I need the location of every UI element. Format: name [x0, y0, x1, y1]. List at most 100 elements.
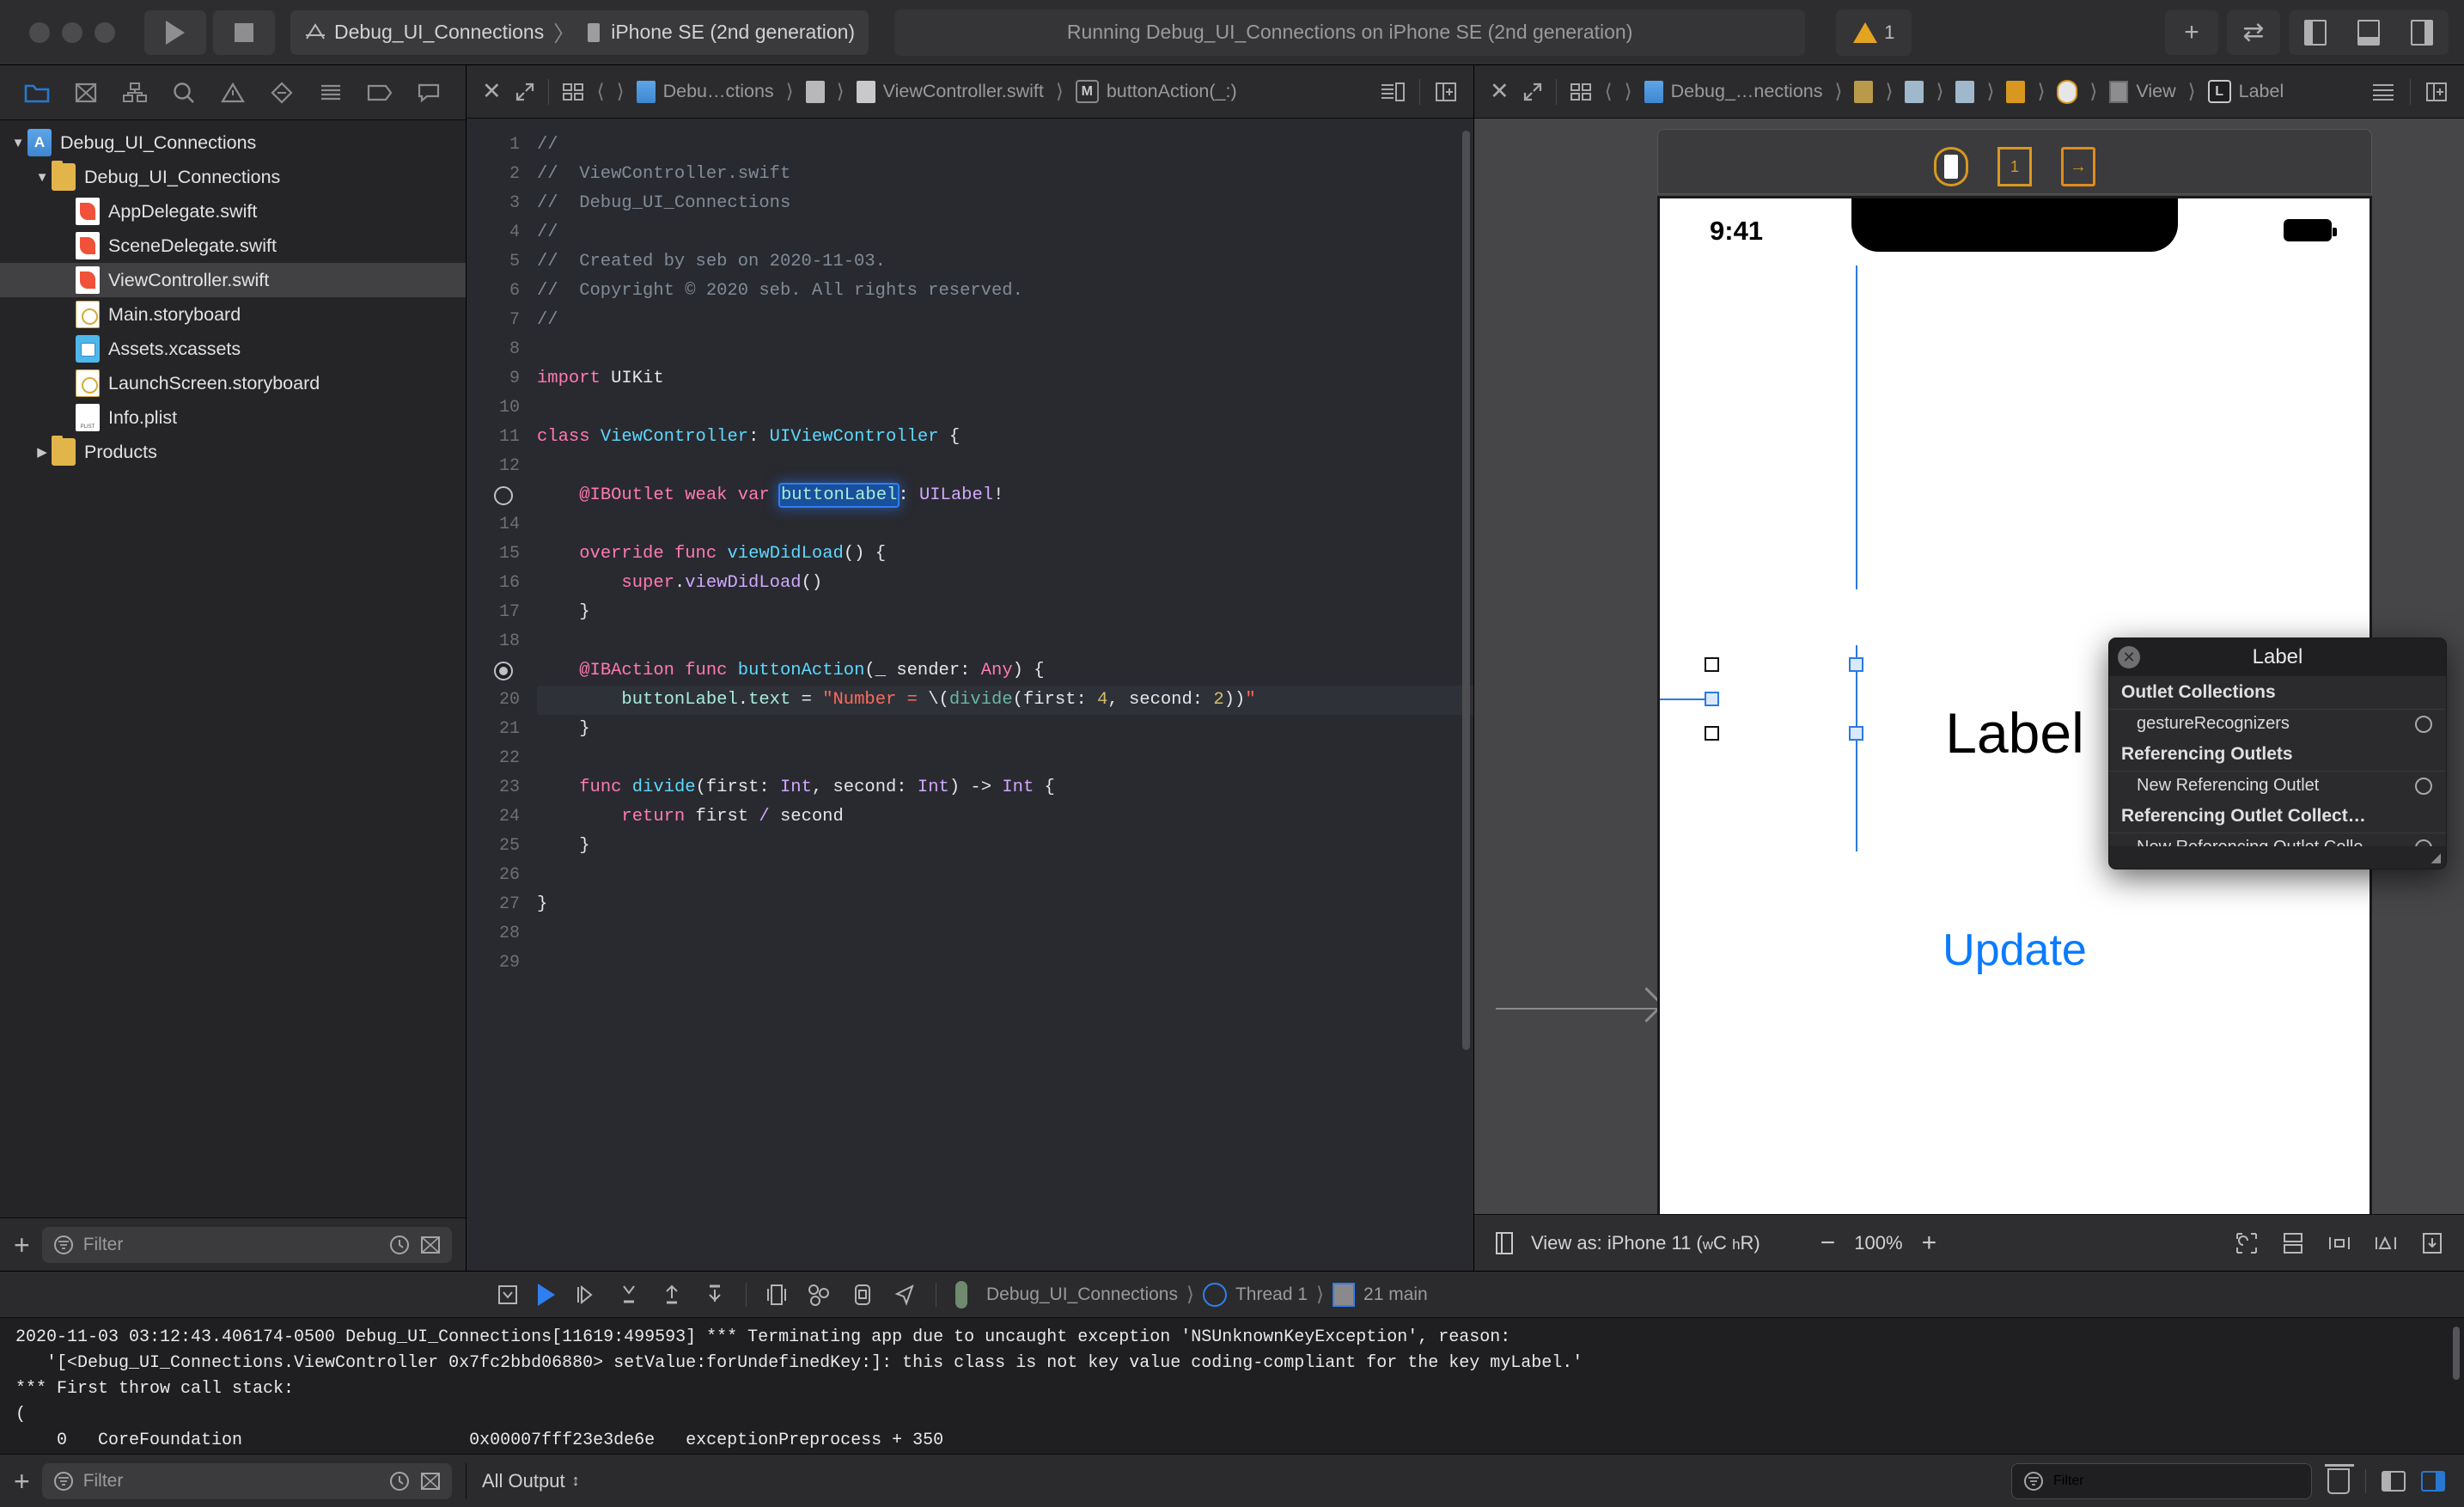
forward-button[interactable]: ⟩: [617, 80, 625, 103]
close-icon[interactable]: ✕: [2118, 646, 2140, 668]
toggle-navigator-button[interactable]: [2289, 10, 2342, 55]
navigator-filter-field[interactable]: Filter: [41, 1226, 452, 1263]
tab-project-navigator[interactable]: [14, 69, 61, 117]
minimap-toggle-icon[interactable]: [1380, 81, 1406, 103]
console-filter-field[interactable]: Filter: [2011, 1462, 2312, 1499]
minimize-window-button[interactable]: [62, 21, 82, 43]
code-line-2[interactable]: // ViewController.swift: [537, 160, 1473, 189]
show-console-view-button[interactable]: [2421, 1470, 2445, 1492]
run-button[interactable]: [144, 9, 206, 55]
tree-item-launchscreen-storyboard[interactable]: LaunchScreen.storyboard: [0, 366, 466, 400]
align-icon[interactable]: [2280, 1230, 2306, 1256]
breadcrumb-file[interactable]: ViewController.swift: [856, 80, 1044, 103]
code-line-25[interactable]: }: [537, 832, 1473, 861]
code-line-15[interactable]: override func viewDidLoad() {: [537, 540, 1473, 569]
continue-button[interactable]: [538, 1283, 555, 1306]
hide-debug-area-button[interactable]: [497, 1284, 519, 1306]
update-frames-icon[interactable]: [2234, 1230, 2260, 1256]
connection-well[interactable]: [2415, 715, 2432, 733]
code-line-26[interactable]: [537, 861, 1473, 890]
step-over-button[interactable]: [574, 1284, 598, 1306]
exit-icon[interactable]: [2061, 147, 2095, 186]
gutter-line-11[interactable]: 11: [467, 423, 532, 452]
selection-handle[interactable]: [1705, 692, 1719, 706]
label-view[interactable]: Label: [1945, 700, 2084, 766]
tab-report-navigator[interactable]: [405, 69, 452, 117]
tab-symbol-navigator[interactable]: [112, 69, 159, 117]
tab-test-navigator[interactable]: [258, 69, 305, 117]
breadcrumb-member[interactable]: M buttonAction(_:): [1075, 80, 1237, 103]
code-area[interactable]: 1 2 3 4 5 6 7 8 9 10 11 12 14 15 16 17 18 20 21 22 23 24 25 26 2…: [467, 119, 1473, 1271]
code-line-7[interactable]: //: [537, 306, 1473, 335]
gutter-line-22[interactable]: 22: [467, 744, 532, 773]
debug-frame-name[interactable]: 21 main: [1363, 1284, 1428, 1305]
gutter-line-29[interactable]: 29: [467, 949, 532, 978]
code-line-6[interactable]: // Copyright © 2020 seb. All rights rese…: [537, 277, 1473, 306]
tab-debug-navigator[interactable]: [307, 69, 354, 117]
connection-row[interactable]: New Referencing Outlet Colle…: [2109, 833, 2446, 846]
related-items-icon[interactable]: [561, 81, 585, 103]
ib-related-items-icon[interactable]: [1569, 81, 1593, 103]
gutter-line-3[interactable]: 3: [467, 189, 532, 218]
ib-canvas[interactable]: 9:41 Label Update: [1474, 119, 2464, 1214]
code-line-1[interactable]: //: [537, 131, 1473, 160]
code-line-17[interactable]: }: [537, 598, 1473, 627]
code-line-24[interactable]: return first / second: [537, 802, 1473, 832]
tree-item-info-plist[interactable]: Info.plist: [0, 400, 466, 435]
tree-item-debug-ui-connections[interactable]: ▼ Debug_UI_Connections: [0, 160, 466, 194]
code-line-8[interactable]: [537, 335, 1473, 364]
ib-breadcrumb-project[interactable]: Debug_…nections: [1644, 80, 1823, 103]
gutter-line-10[interactable]: 10: [467, 394, 532, 423]
variables-filter-field[interactable]: Filter: [41, 1462, 452, 1499]
first-responder-icon[interactable]: [1997, 147, 2032, 186]
toggle-inspector-button[interactable]: [2395, 10, 2449, 55]
code-line-14[interactable]: [537, 510, 1473, 540]
debug-process-name[interactable]: Debug_UI_Connections: [986, 1284, 1178, 1305]
disclosure-triangle-icon[interactable]: ▼: [9, 136, 27, 150]
gutter-line-21[interactable]: 21: [467, 715, 532, 744]
code-line-11[interactable]: class ViewController: UIViewController {: [537, 423, 1473, 452]
memory-graph-button[interactable]: [807, 1283, 833, 1307]
selection-handle[interactable]: [1705, 726, 1719, 741]
gutter-line-17[interactable]: 17: [467, 598, 532, 627]
gutter-line-12[interactable]: 12: [467, 452, 532, 481]
show-variables-view-button[interactable]: [2382, 1470, 2406, 1492]
embed-in-icon[interactable]: [2419, 1230, 2445, 1256]
window-controls[interactable]: [29, 21, 115, 43]
assistant-editor-button[interactable]: ⇄: [2227, 9, 2280, 55]
ib-breadcrumb-label[interactable]: L Label: [2207, 80, 2284, 103]
tree-item-assets-xcassets[interactable]: Assets.xcassets: [0, 332, 466, 366]
code-line-13[interactable]: @IBOutlet weak var buttonLabel: UILabel!: [537, 481, 1473, 510]
clock-icon[interactable]: [388, 1470, 411, 1492]
gutter-line-4[interactable]: 4: [467, 218, 532, 247]
clear-console-button[interactable]: [2325, 1463, 2354, 1494]
output-scope-selector[interactable]: All Output ↕: [467, 1470, 2011, 1492]
tree-item-viewcontroller-swift[interactable]: ViewController.swift: [0, 263, 466, 297]
gutter-line-7[interactable]: 7: [467, 306, 532, 335]
ib-breadcrumb-view[interactable]: View: [2109, 80, 2176, 103]
tree-item-main-storyboard[interactable]: Main.storyboard: [0, 297, 466, 332]
connection-well[interactable]: [2415, 839, 2432, 846]
issues-badge[interactable]: 1: [1836, 9, 1912, 56]
gutter-line-13[interactable]: [467, 481, 532, 510]
connection-row[interactable]: New Referencing Outlet: [2109, 771, 2446, 800]
gutter-line-6[interactable]: 6: [467, 277, 532, 306]
expand-editor-icon[interactable]: [514, 81, 536, 103]
gutter-line-27[interactable]: 27: [467, 890, 532, 919]
tab-breakpoint-navigator[interactable]: [356, 69, 403, 117]
selection-handle[interactable]: [1849, 726, 1863, 741]
tab-issue-navigator[interactable]: [210, 69, 257, 117]
gutter-line-24[interactable]: 24: [467, 802, 532, 832]
step-into-button[interactable]: [617, 1284, 641, 1306]
close-window-button[interactable]: [29, 21, 50, 43]
ib-back-button[interactable]: ⟨: [1605, 80, 1613, 103]
disclosure-triangle-icon[interactable]: ▼: [33, 170, 52, 185]
gutter-line-25[interactable]: 25: [467, 832, 532, 861]
gutter-line-18[interactable]: 18: [467, 627, 532, 656]
code-line-22[interactable]: [537, 744, 1473, 773]
ibaction-connection-indicator[interactable]: [494, 662, 513, 680]
library-button[interactable]: +: [2165, 9, 2218, 55]
line-number-gutter[interactable]: 1 2 3 4 5 6 7 8 9 10 11 12 14 15 16 17 18 20 21 22 23 24 25 26 2…: [467, 119, 532, 1271]
breadcrumb-project[interactable]: Debu…ctions: [636, 80, 774, 103]
gutter-line-8[interactable]: 8: [467, 335, 532, 364]
